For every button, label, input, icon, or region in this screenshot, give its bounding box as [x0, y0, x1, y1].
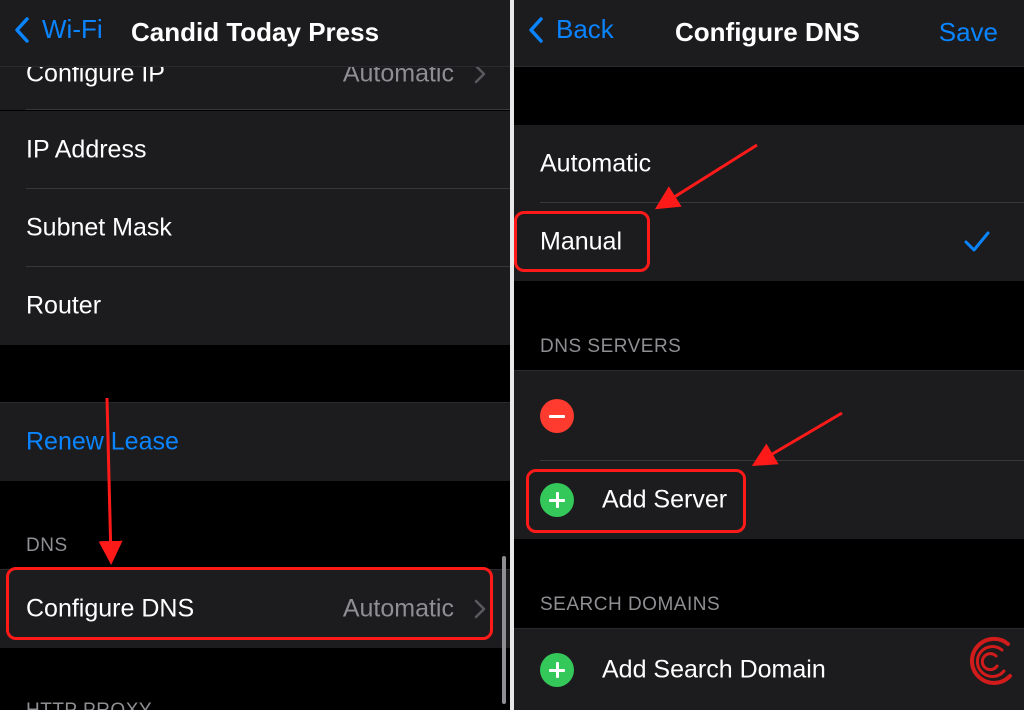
manual-highlight [514, 211, 650, 272]
ip-address-row[interactable]: IP Address [0, 111, 510, 189]
add-search-domain-row[interactable]: Add Search Domain [514, 628, 1024, 710]
dns-server-row[interactable] [514, 370, 1024, 461]
right-nav-bar: Back Configure DNS Save [514, 0, 1024, 67]
dns-section-header: DNS [26, 535, 68, 556]
left-nav-bar: Wi-Fi Candid Today Press [0, 0, 510, 67]
dns-servers-section-header: DNS SERVERS [540, 336, 682, 357]
plus-circle-icon[interactable] [540, 653, 574, 687]
add-search-domain-button[interactable]: Add Search Domain [602, 656, 826, 685]
page-title: Candid Today Press [131, 17, 380, 47]
renew-lease-row[interactable]: Renew Lease [0, 402, 510, 481]
router-row[interactable]: Router [0, 267, 510, 345]
ip-address-label: IP Address [26, 135, 147, 164]
chevron-left-icon [15, 16, 29, 43]
search-domains-section-header: SEARCH DOMAINS [540, 594, 721, 615]
back-label: Back [556, 14, 614, 44]
logo-icon [969, 636, 1012, 685]
save-button[interactable]: Save [939, 17, 998, 48]
http-proxy-section-header: HTTP PROXY [26, 700, 152, 710]
scrollbar[interactable] [502, 556, 506, 704]
configure-dns-highlight [6, 567, 493, 640]
subnet-mask-label: Subnet Mask [26, 213, 172, 242]
subnet-mask-row[interactable]: Subnet Mask [0, 189, 510, 267]
renew-lease-button[interactable]: Renew Lease [26, 428, 179, 457]
back-label: Wi-Fi [42, 14, 103, 44]
page-title: Configure DNS [675, 17, 860, 47]
router-label: Router [26, 291, 102, 320]
wifi-back-button[interactable]: Wi-Fi [14, 14, 103, 45]
back-button[interactable]: Back [528, 14, 614, 45]
chevron-left-icon [529, 16, 543, 43]
right-panel: Back Configure DNS Save Automatic Manual… [514, 0, 1024, 710]
left-panel: Wi-Fi Candid Today Press Configure IP Au… [0, 0, 510, 710]
minus-circle-icon[interactable] [540, 399, 574, 433]
automatic-option-label: Automatic [540, 149, 652, 178]
add-server-highlight [526, 469, 746, 533]
checkmark-icon [964, 231, 990, 252]
chevron-right-icon [474, 64, 486, 84]
dns-mode-automatic-row[interactable]: Automatic [514, 125, 1024, 203]
